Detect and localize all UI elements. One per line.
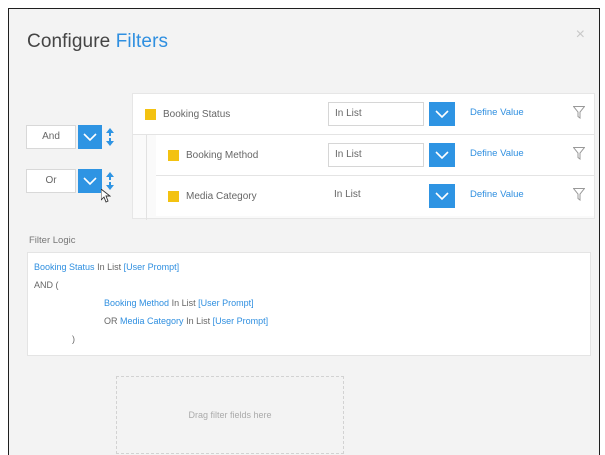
filter-field[interactable]: Booking Method <box>168 135 258 175</box>
logic-operator: In List <box>186 316 211 326</box>
close-icon[interactable]: × <box>576 27 585 43</box>
logic-line: ) <box>72 334 75 344</box>
logic-prompt-link[interactable]: [User Prompt] <box>124 262 180 272</box>
filter-row: Media Category In List Define Value <box>156 176 594 216</box>
logic-line: AND ( <box>34 280 59 290</box>
and-logic-value[interactable]: And <box>26 125 76 149</box>
logic-connector: OR <box>104 316 118 326</box>
operator-select[interactable]: In List <box>328 143 424 167</box>
logic-prompt-link[interactable]: [User Prompt] <box>213 316 269 326</box>
logic-line: Booking Status In List [User Prompt] <box>34 262 179 272</box>
logic-field-link[interactable]: Booking Status <box>34 262 95 272</box>
logic-field-link[interactable]: Media Category <box>120 316 184 326</box>
logic-operator: In List <box>97 262 122 272</box>
filter-row: Booking Status In List Define Value <box>133 94 594 135</box>
and-logic-combo[interactable]: And <box>26 125 118 149</box>
filter-funnel-icon[interactable] <box>572 188 586 206</box>
filter-field-label: Media Category <box>186 190 257 202</box>
dialog-title: Configure Filters <box>27 31 168 53</box>
logic-line: Booking Method In List [User Prompt] <box>104 298 254 308</box>
mouse-cursor-icon <box>100 188 112 208</box>
title-accent: Filters <box>115 31 169 52</box>
or-logic-value[interactable]: Or <box>26 169 76 193</box>
logic-operator: In List <box>171 298 196 308</box>
filter-funnel-icon[interactable] <box>572 106 586 124</box>
field-marker-icon <box>168 190 179 202</box>
reorder-arrows-icon[interactable] <box>105 127 115 152</box>
filter-funnel-icon[interactable] <box>572 147 586 165</box>
chevron-down-icon[interactable] <box>78 125 102 149</box>
filter-field-label: Booking Status <box>163 108 231 120</box>
define-value-link[interactable]: Define Value <box>470 107 524 118</box>
operator-select[interactable]: In List <box>328 184 424 208</box>
chevron-down-icon[interactable] <box>78 169 102 193</box>
logic-prompt-link[interactable]: [User Prompt] <box>198 298 254 308</box>
field-marker-icon <box>145 108 156 120</box>
filter-rows-panel: Booking Status In List Define Value Book… <box>132 93 595 220</box>
filter-row: Booking Method In List Define Value <box>156 135 594 176</box>
filter-logic-label: Filter Logic <box>29 235 76 246</box>
chevron-down-icon[interactable] <box>429 102 455 126</box>
define-value-link[interactable]: Define Value <box>470 148 524 159</box>
tree-connector <box>146 134 147 220</box>
chevron-down-icon[interactable] <box>429 143 455 167</box>
operator-select[interactable]: In List <box>328 102 424 126</box>
logic-field-link[interactable]: Booking Method <box>104 298 169 308</box>
field-marker-icon <box>168 149 179 161</box>
chevron-down-icon[interactable] <box>429 184 455 208</box>
filter-field[interactable]: Media Category <box>168 176 257 216</box>
drop-zone-label: Drag filter fields here <box>188 410 272 420</box>
title-prefix: Configure <box>27 31 111 52</box>
filter-field[interactable]: Booking Status <box>145 94 230 134</box>
drop-zone[interactable]: Drag filter fields here <box>116 376 344 454</box>
configure-filters-dialog: Configure Filters × And Or Booking Statu… <box>8 8 600 455</box>
filter-field-label: Booking Method <box>186 149 259 161</box>
filter-logic-box: Booking Status In List [User Prompt] AND… <box>27 252 591 356</box>
logic-line: OR Media Category In List [User Prompt] <box>104 316 268 326</box>
define-value-link[interactable]: Define Value <box>470 189 524 200</box>
